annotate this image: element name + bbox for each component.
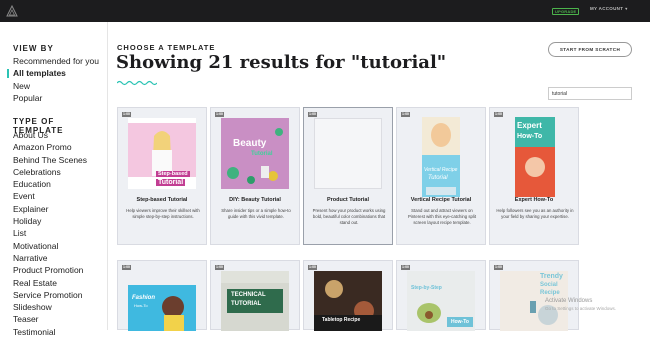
my-account-menu[interactable]: MY ACCOUNT ▾ xyxy=(590,6,628,11)
template-thumbnail: Beauty Tutorial xyxy=(221,118,289,189)
template-type-item[interactable]: Education xyxy=(13,178,87,190)
thumbnail-caption: Tutorial xyxy=(428,175,448,181)
template-type-item[interactable]: Motivational xyxy=(13,240,87,252)
template-name: DIY: Beauty Tutorial xyxy=(229,197,281,203)
template-description: Help viewers improve their skillset with… xyxy=(126,208,200,220)
duration-badge: 1:00 xyxy=(401,265,411,270)
thumbnail-caption: How-To xyxy=(451,319,469,325)
template-name: Vertical Recipe Tutorial xyxy=(410,197,472,203)
template-type-item[interactable]: Explainer xyxy=(13,203,87,215)
template-type-item[interactable]: Testimonial xyxy=(13,326,87,338)
template-type-list: About Us Amazon Promo Behind The Scenes … xyxy=(13,129,87,338)
template-description: Stand out and attract viewers on Pintere… xyxy=(407,208,477,226)
template-description: Present how your product works using bol… xyxy=(312,208,386,226)
template-name: Expert How-To xyxy=(514,197,554,203)
template-name: Step-based Tutorial xyxy=(136,197,188,203)
duration-badge: 1:00 xyxy=(401,112,411,117)
template-type-item[interactable]: Event xyxy=(13,190,87,202)
thumbnail-caption: Beauty xyxy=(233,138,267,149)
view-by-item-active[interactable]: All templates xyxy=(7,67,99,79)
template-card[interactable]: 1:00 Step-based Tutorial Step-based Tuto… xyxy=(117,107,207,245)
thumbnail-caption: How-To xyxy=(517,133,543,140)
template-card[interactable]: 1:00 Beauty Tutorial DIY: Beauty Tutoria… xyxy=(210,107,300,245)
duration-badge: 1:00 xyxy=(215,112,225,117)
template-type-item[interactable]: Service Promotion xyxy=(13,289,87,301)
chevron-down-icon: ▾ xyxy=(625,6,628,11)
activate-windows-watermark: Activate Windows xyxy=(545,298,593,304)
template-thumbnail: TECHNICAL TUTORIAL xyxy=(221,271,289,331)
logo-icon[interactable] xyxy=(6,5,18,17)
template-card[interactable]: 1:00 Expert How-To Expert How-To Help fo… xyxy=(489,107,579,245)
template-card-selected[interactable]: 1:00 Product Tutorial Present how your p… xyxy=(303,107,393,245)
wavy-underline-icon xyxy=(117,80,157,86)
template-type-item[interactable]: Teaser xyxy=(13,313,87,325)
template-name: Product Tutorial xyxy=(326,197,370,203)
thumbnail-caption: Social xyxy=(540,282,558,288)
template-type-item[interactable]: Slideshow xyxy=(13,301,87,313)
sidebar: VIEW BY Recommended for you All template… xyxy=(0,22,108,337)
thumbnail-caption: Tutorial xyxy=(251,151,273,157)
duration-badge: 1:00 xyxy=(122,265,132,270)
thumbnail-caption: Tabletop Recipe xyxy=(322,317,361,323)
view-by-heading: VIEW BY xyxy=(13,44,54,53)
template-type-item[interactable]: Narrative xyxy=(13,252,87,264)
thumbnail-caption: TECHNICAL xyxy=(231,292,266,298)
template-card[interactable]: 1:00 Tabletop Recipe xyxy=(303,260,393,331)
thumbnail-caption: Step-by-Step xyxy=(411,285,442,291)
view-by-item[interactable]: New xyxy=(13,80,99,92)
duration-badge: 1:00 xyxy=(494,112,504,117)
duration-badge: 1:00 xyxy=(308,112,318,117)
thumbnail-caption: TUTORIAL xyxy=(231,301,262,307)
thumbnail-caption: Tutorial xyxy=(156,179,186,186)
duration-badge: 1:00 xyxy=(122,112,132,117)
template-type-item[interactable]: Behind The Scenes xyxy=(13,154,87,166)
template-thumbnail: Vertical Recipe Tutorial xyxy=(422,117,460,197)
template-card[interactable]: 1:00 Vertical Recipe Tutorial Vertical R… xyxy=(396,107,486,245)
template-description: Share insider tips or a simple how-to gu… xyxy=(221,208,291,220)
upgrade-button[interactable]: UPGRADE xyxy=(552,8,580,15)
thumbnail-caption: How-To xyxy=(134,303,148,308)
start-from-scratch-button[interactable]: START FROM SCRATCH xyxy=(548,42,632,57)
search-input[interactable] xyxy=(548,87,632,100)
view-by-item[interactable]: Popular xyxy=(13,92,99,104)
template-card[interactable]: 1:00 TECHNICAL TUTORIAL xyxy=(210,260,300,331)
template-thumbnail xyxy=(314,118,382,189)
template-type-item[interactable]: Amazon Promo xyxy=(13,141,87,153)
template-card[interactable]: 1:00 Trendy Social Recipe xyxy=(489,260,579,331)
template-thumbnail: Step-by-Step How-To xyxy=(407,271,475,331)
activate-windows-hint: Go to Settings to activate Windows. xyxy=(545,306,617,311)
template-thumbnail: Expert How-To xyxy=(515,117,555,197)
view-by-item[interactable]: Recommended for you xyxy=(13,55,99,67)
template-type-item[interactable]: Holiday xyxy=(13,215,87,227)
duration-badge: 1:00 xyxy=(215,265,225,270)
template-thumbnail: Step-based Tutorial xyxy=(128,118,196,189)
template-type-item[interactable]: List xyxy=(13,227,87,239)
choose-template-kicker: CHOOSE A TEMPLATE xyxy=(117,43,216,52)
duration-badge: 1:00 xyxy=(494,265,504,270)
template-description: Help followers see you as an authority i… xyxy=(496,208,574,220)
template-card[interactable]: 1:00 Step-by-Step How-To xyxy=(396,260,486,331)
template-type-item[interactable]: About Us xyxy=(13,129,87,141)
template-type-item[interactable]: Real Estate xyxy=(13,277,87,289)
template-card[interactable]: 1:00 Fashion How-To xyxy=(117,260,207,331)
template-type-item[interactable]: Product Promotion xyxy=(13,264,87,276)
my-account-label: MY ACCOUNT xyxy=(590,6,624,11)
template-thumbnail: Fashion How-To xyxy=(128,285,196,331)
top-bar: UPGRADE MY ACCOUNT ▾ xyxy=(0,0,650,22)
template-type-item[interactable]: Celebrations xyxy=(13,166,87,178)
duration-badge: 1:00 xyxy=(308,265,318,270)
thumbnail-caption: Vertical Recipe xyxy=(424,167,458,173)
view-by-list: Recommended for you All templates New Po… xyxy=(7,55,99,104)
thumbnail-caption: Step-based xyxy=(156,171,190,177)
page-title: Showing 21 results for "tutorial" xyxy=(116,52,447,73)
template-thumbnail: Tabletop Recipe xyxy=(314,271,382,331)
thumbnail-caption: Trendy xyxy=(540,273,563,280)
thumbnail-caption: Expert xyxy=(517,121,542,130)
thumbnail-caption: Recipe xyxy=(540,290,560,296)
thumbnail-caption: Fashion xyxy=(132,295,156,301)
